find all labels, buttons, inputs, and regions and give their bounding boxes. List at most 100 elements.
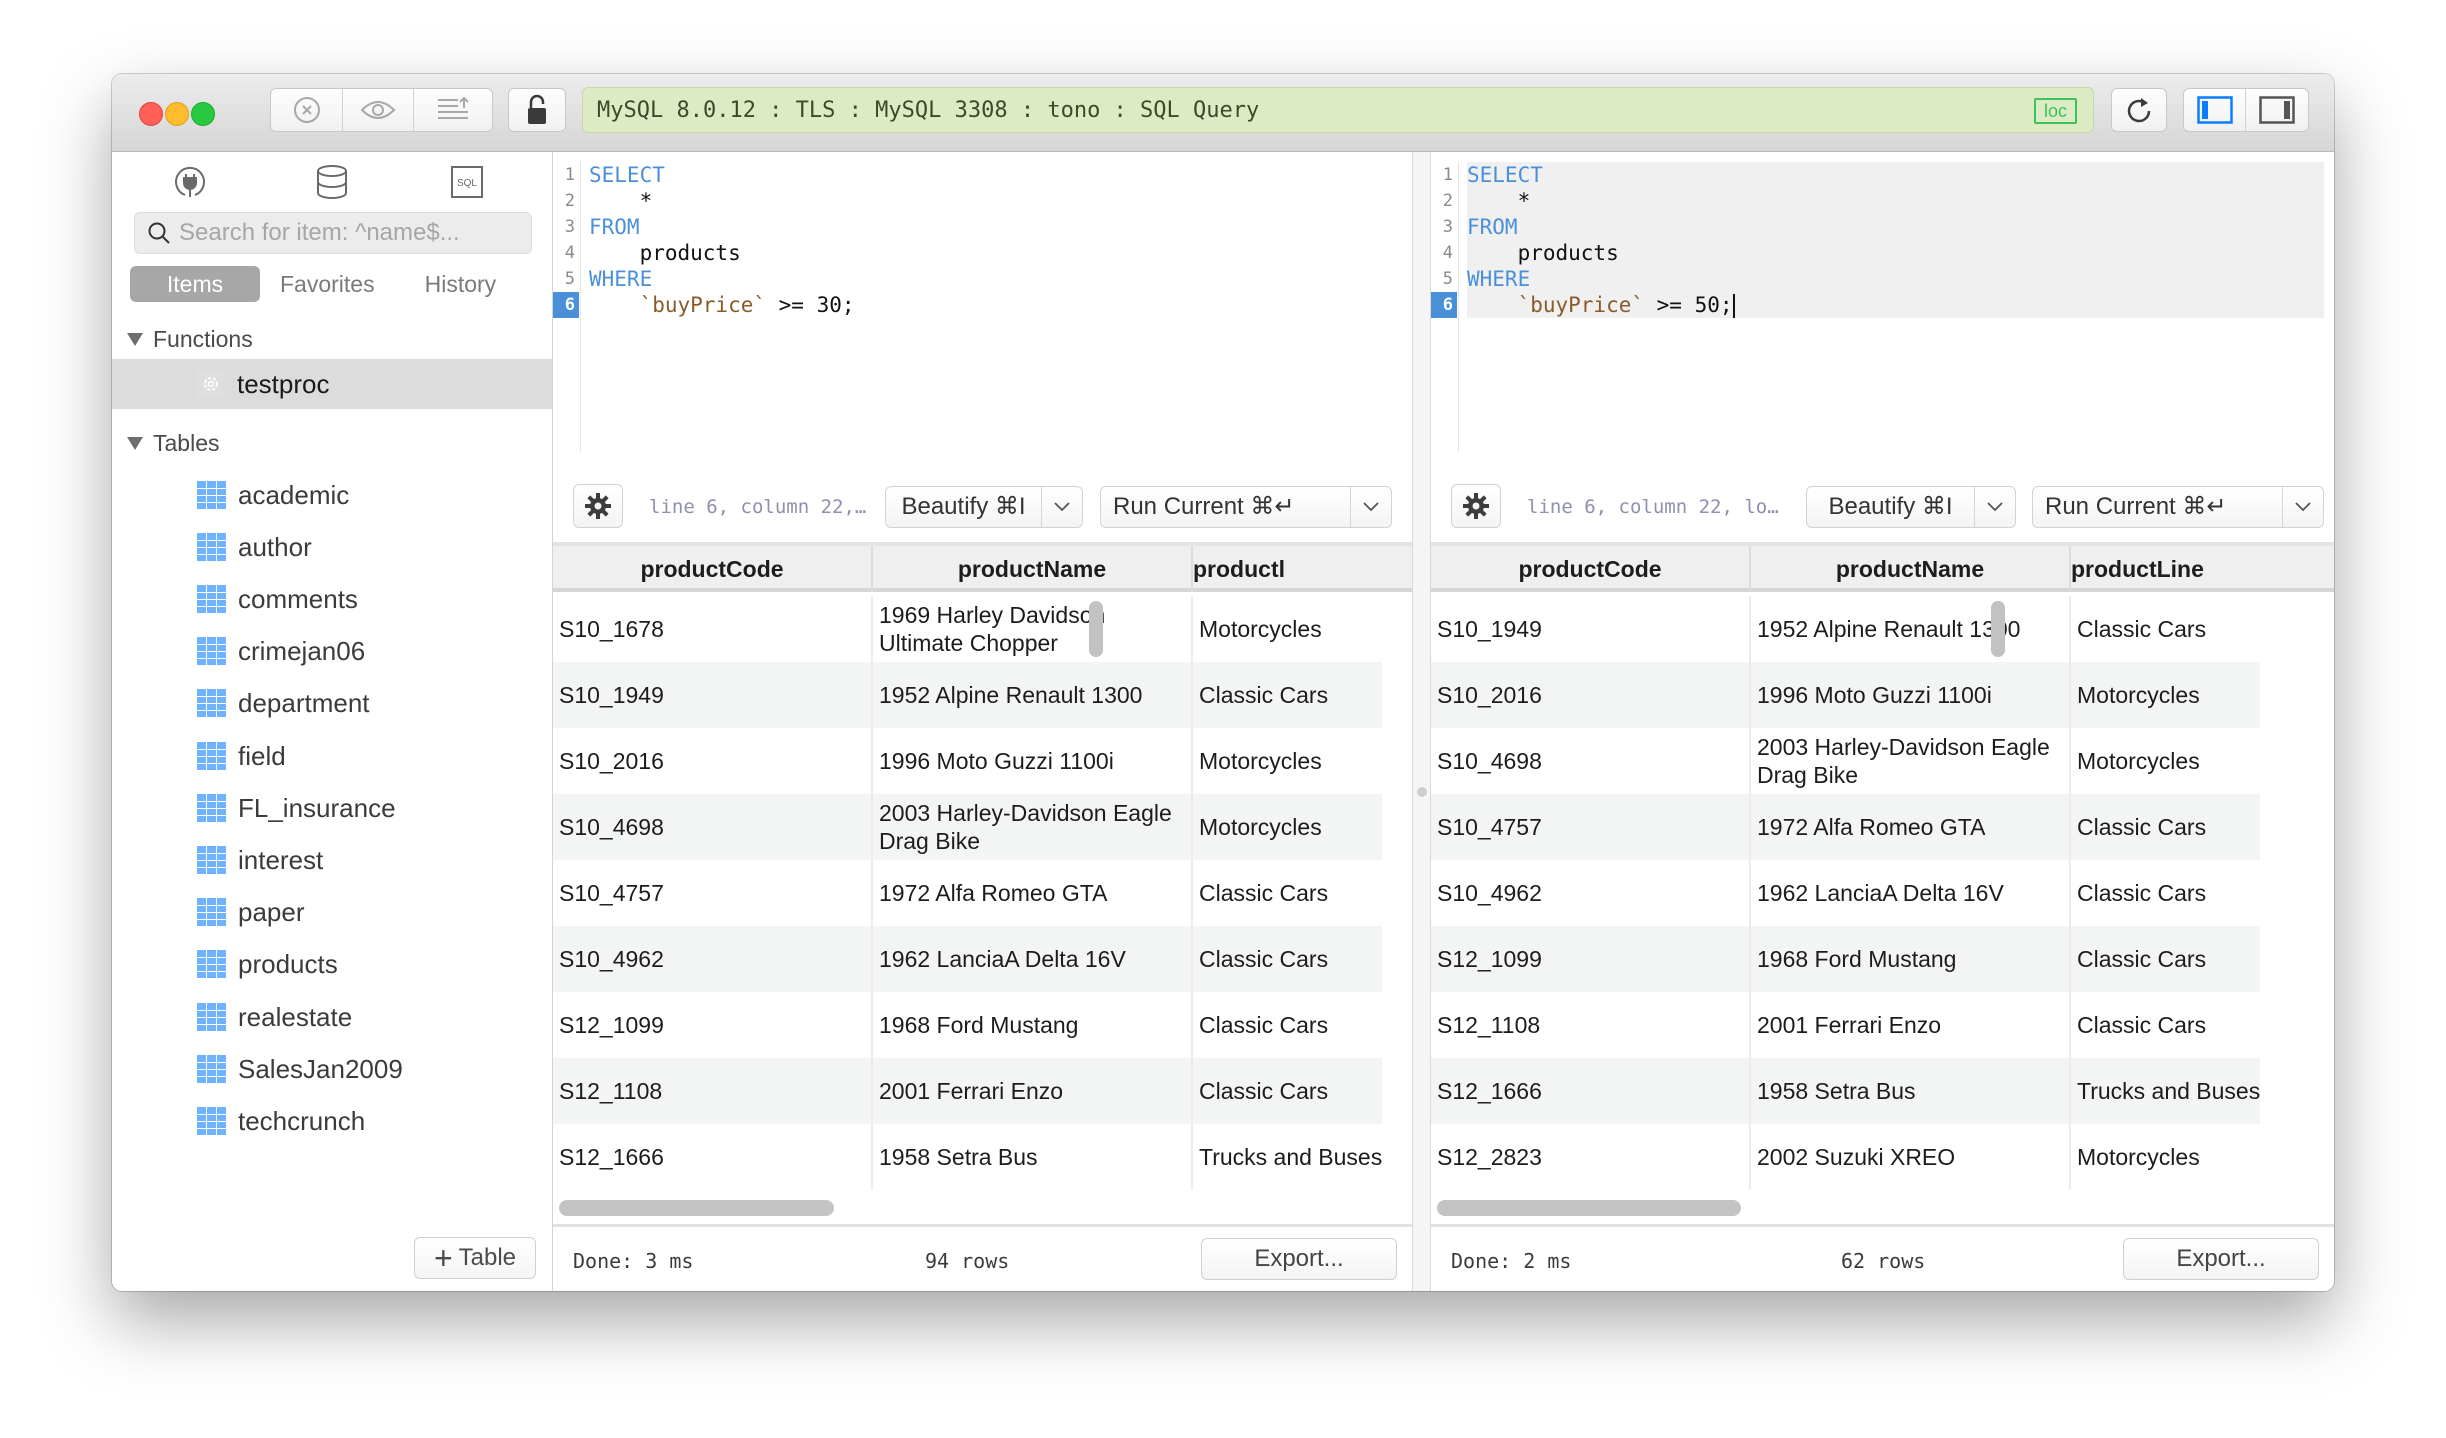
table-cell[interactable]: 1958 Setra Bus xyxy=(873,1124,1193,1190)
table-row[interactable]: S10_4757 1972 Alfa Romeo GTA Classic Cars xyxy=(553,860,1382,926)
export-button[interactable]: Export... xyxy=(2123,1238,2319,1280)
table-item[interactable]: paper xyxy=(112,888,552,938)
vertical-scrollbar[interactable] xyxy=(1089,601,1103,657)
table-row[interactable]: S10_4962 1962 LanciaA Delta 16V Classic Ca… xyxy=(553,926,1383,992)
function-item[interactable]: testproc xyxy=(112,359,552,409)
table-item[interactable]: field xyxy=(112,731,552,781)
table-cell[interactable]: Classic Cars xyxy=(2071,794,2206,860)
table-item[interactable]: techcrunch xyxy=(112,1096,552,1146)
table-item[interactable]: crimejan06 xyxy=(112,627,552,677)
segment-favorites[interactable]: Favorites xyxy=(280,266,387,302)
sql-editor[interactable]: 1 2 3 4 5 6 SELECT * FROM products WHERE `buyPri… xyxy=(1431,152,2334,470)
column-header[interactable]: productName xyxy=(1751,546,2071,592)
table-item[interactable]: author xyxy=(112,522,552,572)
table-cell[interactable]: 1962 LanciaA Delta 16V xyxy=(1751,860,2071,926)
refresh-button[interactable] xyxy=(2111,88,2167,132)
table-cell[interactable]: 1968 Ford Mustang xyxy=(1751,926,2071,992)
table-cell[interactable]: S10_2016 xyxy=(1431,662,1751,728)
table-cell[interactable]: 1972 Alfa Romeo GTA xyxy=(1751,794,2071,860)
table-cell[interactable]: S12_1666 xyxy=(553,1124,873,1190)
table-cell[interactable]: 2001 Ferrari Enzo xyxy=(1751,992,2071,1058)
table-cell[interactable]: Trucks and Buses xyxy=(2071,1058,2260,1124)
editor-settings-button[interactable] xyxy=(1451,484,1501,528)
table-row[interactable]: S10_1949 1952 Alpine Renault 1300 Classic … xyxy=(1431,596,2260,662)
table-cell[interactable]: 1968 Ford Mustang xyxy=(873,992,1193,1058)
table-cell[interactable]: S10_2016 xyxy=(553,728,873,794)
editor-settings-button[interactable] xyxy=(573,484,623,528)
beautify-button[interactable]: Beautify ⌘I xyxy=(1807,487,1975,527)
toggle-left-sidebar-button[interactable] xyxy=(2184,89,2247,131)
table-row[interactable]: S12_1099 1968 Ford Mustang Classic Cars xyxy=(553,992,1382,1058)
horizontal-scrollbar[interactable] xyxy=(1437,1200,1741,1216)
table-cell[interactable]: 1996 Moto Guzzi 1100i xyxy=(873,728,1193,794)
table-row[interactable]: S12_1099 1968 Ford Mustang Classic Cars xyxy=(1431,926,2261,992)
beautify-options-button[interactable] xyxy=(1975,487,2015,527)
table-cell[interactable]: Motorcycles xyxy=(1193,794,1322,860)
table-cell[interactable]: 1952 Alpine Renault 1300 xyxy=(1751,596,2071,662)
table-cell[interactable]: S10_4698 xyxy=(553,794,873,860)
vertical-scrollbar[interactable] xyxy=(1991,601,2005,657)
segment-items[interactable]: Items xyxy=(130,266,260,302)
table-cell[interactable]: Classic Cars xyxy=(2071,992,2206,1058)
sql-editor[interactable]: 1 2 3 4 5 6 SELECT * FROM products WHERE `buyPri… xyxy=(553,152,1412,470)
add-table-button[interactable]: + Table xyxy=(414,1237,536,1279)
table-cell[interactable]: S12_1108 xyxy=(1431,992,1751,1058)
beautify-button[interactable]: Beautify ⌘I xyxy=(886,487,1042,527)
zoom-window-button[interactable] xyxy=(191,102,215,126)
horizontal-scrollbar[interactable] xyxy=(559,1200,834,1216)
table-cell[interactable]: S10_4962 xyxy=(553,926,873,992)
run-options-button[interactable] xyxy=(1351,487,1391,527)
toggle-right-sidebar-button[interactable] xyxy=(2246,89,2308,131)
table-cell[interactable]: Classic Cars xyxy=(1193,860,1328,926)
table-row[interactable]: S12_2823 2002 Suzuki XREO Motorcycles xyxy=(1431,1124,2260,1190)
column-header[interactable]: productl xyxy=(1193,546,1285,592)
lock-button[interactable] xyxy=(508,88,566,132)
table-cell[interactable]: Classic Cars xyxy=(2071,860,2206,926)
beautify-options-button[interactable] xyxy=(1042,487,1082,527)
table-row[interactable]: S10_2016 1996 Moto Guzzi 1100i Motorcycles xyxy=(1431,662,2261,728)
table-cell[interactable]: S10_1678 xyxy=(553,596,873,662)
table-cell[interactable]: 1952 Alpine Renault 1300 xyxy=(873,662,1193,728)
table-row[interactable]: S10_1678 1969 Harley Davidson Ultimate Ch… xyxy=(553,596,1382,662)
table-cell[interactable]: 2003 Harley-Davidson Eagle Drag Bike xyxy=(873,794,1193,860)
table-cell[interactable]: S12_1099 xyxy=(1431,926,1751,992)
table-cell[interactable]: Classic Cars xyxy=(1193,1058,1328,1124)
column-header[interactable]: productLine xyxy=(2071,546,2204,592)
table-row[interactable]: S10_4698 2003 Harley-Davidson Eagle Drag … xyxy=(1431,728,2260,794)
table-cell[interactable]: Classic Cars xyxy=(1193,662,1328,728)
table-cell[interactable]: S10_4962 xyxy=(1431,860,1751,926)
code-area[interactable]: SELECT * FROM products WHERE `buyPrice` >=… xyxy=(589,162,1402,318)
search-input[interactable] xyxy=(179,219,509,247)
table-row[interactable]: S10_4757 1972 Alfa Romeo GTA Classic Cars xyxy=(1431,794,2261,860)
table-cell[interactable]: S10_1949 xyxy=(1431,596,1751,662)
code-area[interactable]: SELECT * FROM products WHERE `buyPrice` >=… xyxy=(1467,162,2324,318)
table-item[interactable]: academic xyxy=(112,470,552,520)
table-row[interactable]: S10_4698 2003 Harley-Davidson Eagle Drag … xyxy=(553,794,1383,860)
table-cell[interactable]: 2001 Ferrari Enzo xyxy=(873,1058,1193,1124)
run-options-button[interactable] xyxy=(2283,487,2323,527)
functions-group-toggle[interactable]: Functions xyxy=(127,326,253,353)
table-cell[interactable]: 1996 Moto Guzzi 1100i xyxy=(1751,662,2071,728)
export-list-button[interactable] xyxy=(414,89,492,131)
column-header[interactable]: productName xyxy=(873,546,1193,592)
table-row[interactable]: S10_2016 1996 Moto Guzzi 1100i Motorcycles xyxy=(553,728,1382,794)
table-cell[interactable]: Classic Cars xyxy=(2071,926,2206,992)
table-cell[interactable]: S10_4757 xyxy=(553,860,873,926)
table-item[interactable]: SalesJan2009 xyxy=(112,1044,552,1094)
table-row[interactable]: S12_1108 2001 Ferrari Enzo Classic Cars xyxy=(553,1058,1383,1124)
table-item[interactable]: comments xyxy=(112,574,552,624)
table-cell[interactable]: Motorcycles xyxy=(1193,728,1322,794)
table-cell[interactable]: 1958 Setra Bus xyxy=(1751,1058,2071,1124)
table-cell[interactable]: Motorcycles xyxy=(1193,596,1322,662)
table-cell[interactable]: S10_1949 xyxy=(553,662,873,728)
column-header[interactable]: productCode xyxy=(1431,546,1751,592)
table-cell[interactable]: Trucks and Buses xyxy=(1193,1124,1382,1190)
tables-group-toggle[interactable]: Tables xyxy=(127,430,219,457)
table-row[interactable]: S12_1666 1958 Setra Bus Trucks and Buses xyxy=(553,1124,1382,1190)
segment-history[interactable]: History xyxy=(425,266,497,302)
run-current-button[interactable]: Run Current ⌘↵ xyxy=(2033,487,2283,527)
table-row[interactable]: S10_1949 1952 Alpine Renault 1300 Classic … xyxy=(553,662,1383,728)
pane-split-divider[interactable] xyxy=(1412,152,1431,1291)
table-item[interactable]: interest xyxy=(112,835,552,885)
table-cell[interactable]: 1972 Alfa Romeo GTA xyxy=(873,860,1193,926)
